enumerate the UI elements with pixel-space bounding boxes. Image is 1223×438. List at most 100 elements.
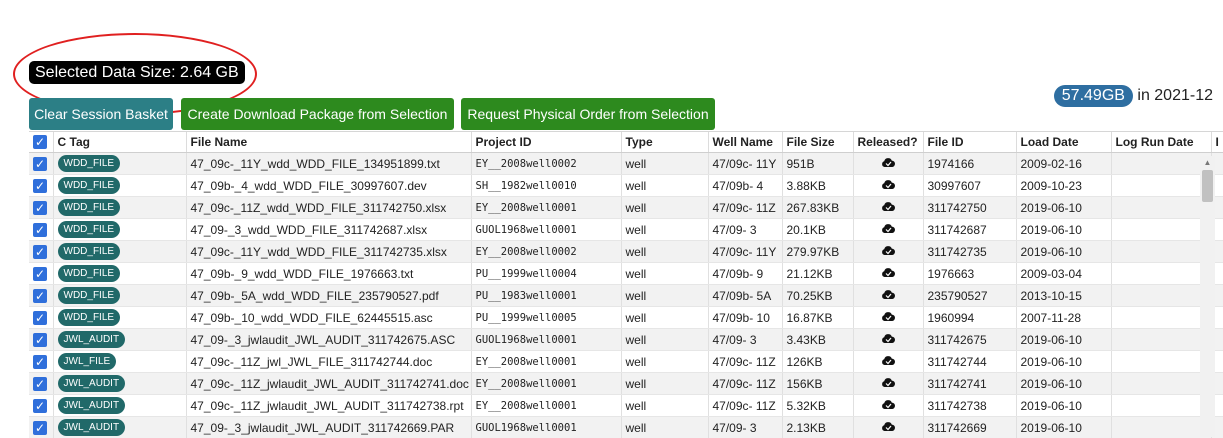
type-cell: well <box>621 373 708 395</box>
checkbox-checked-icon[interactable]: ✓ <box>33 157 47 171</box>
type-cell: well <box>621 175 708 197</box>
type-cell: well <box>621 197 708 219</box>
table-row[interactable]: ✓JWL_AUDIT47_09c-_11Z_jwlaudit_JWL_AUDIT… <box>29 373 1223 395</box>
type-cell: well <box>621 219 708 241</box>
checkbox-checked-icon[interactable]: ✓ <box>33 377 47 391</box>
load-date-cell: 2019-06-10 <box>1016 395 1111 417</box>
column-header-ctag[interactable]: C Tag <box>53 132 186 153</box>
released-cell <box>853 241 923 263</box>
released-cell <box>853 307 923 329</box>
scroll-up-arrow-icon[interactable]: ▲ <box>1200 156 1215 170</box>
file-size-cell: 20.1KB <box>782 219 853 241</box>
checkbox-checked-icon[interactable]: ✓ <box>33 399 47 413</box>
load-date-cell: 2019-06-10 <box>1016 351 1111 373</box>
table-row[interactable]: ✓WDD_FILE47_09b-_5A_wdd_WDD_FILE_2357905… <box>29 285 1223 307</box>
file-name-cell: 47_09c-_11Y_wdd_WDD_FILE_134951899.txt <box>186 153 471 175</box>
file-table: ✓ C Tag File Name Project ID Type Well N… <box>29 132 1223 438</box>
file-size-cell: 279.97KB <box>782 241 853 263</box>
clear-session-basket-button[interactable]: Clear Session Basket <box>29 98 173 130</box>
project-id-cell: PU__1999well0004 <box>471 263 621 285</box>
ctag-badge: WDD_FILE <box>58 199 121 216</box>
well-name-cell: 47/09c- 11Z <box>708 351 782 373</box>
file-size-cell: 21.12KB <box>782 263 853 285</box>
checkbox-checked-icon[interactable]: ✓ <box>33 421 47 435</box>
select-all-checkbox[interactable]: ✓ <box>29 132 53 153</box>
file-name-cell: 47_09c-_11Z_jwl_JWL_FILE_311742744.doc <box>186 351 471 373</box>
table-row[interactable]: ✓WDD_FILE47_09c-_11Z_wdd_WDD_FILE_311742… <box>29 197 1223 219</box>
table-row[interactable]: ✓WDD_FILE47_09b-_9_wdd_WDD_FILE_1976663.… <box>29 263 1223 285</box>
ctag-cell: WDD_FILE <box>53 175 186 197</box>
checkbox-checked-icon[interactable]: ✓ <box>33 245 47 259</box>
column-header-file-name[interactable]: File Name <box>186 132 471 153</box>
checkbox-checked-icon[interactable]: ✓ <box>33 179 47 193</box>
create-download-package-button[interactable]: Create Download Package from Selection <box>181 98 454 130</box>
checkbox-checked-icon[interactable]: ✓ <box>33 311 47 325</box>
checkbox-checked-icon[interactable]: ✓ <box>33 223 47 237</box>
column-header-truncated[interactable]: I <box>1211 132 1223 153</box>
checkbox-checked-icon[interactable]: ✓ <box>33 201 47 215</box>
table-row[interactable]: ✓JWL_AUDIT47_09-_3_jwlaudit_JWL_AUDIT_31… <box>29 417 1223 438</box>
ctag-badge: JWL_FILE <box>58 353 117 370</box>
checkbox-checked-icon[interactable]: ✓ <box>33 289 47 303</box>
column-header-log-run-date[interactable]: Log Run Date <box>1111 132 1211 153</box>
column-header-released[interactable]: Released? <box>853 132 923 153</box>
file-id-cell: 311742669 <box>923 417 1016 438</box>
file-id-cell: 30997607 <box>923 175 1016 197</box>
load-date-cell: 2019-06-10 <box>1016 197 1111 219</box>
table-row[interactable]: ✓WDD_FILE47_09c-_11Y_wdd_WDD_FILE_134951… <box>29 153 1223 175</box>
released-cell <box>853 395 923 417</box>
table-row[interactable]: ✓ JWL_FILE 47_09c-_11Z_jwl_JWL_FILE_311742… <box>29 351 1223 373</box>
ctag-badge: JWL_AUDIT <box>58 397 126 414</box>
file-id-cell: 311742741 <box>923 373 1016 395</box>
column-header-project-id[interactable]: Project ID <box>471 132 621 153</box>
load-date-cell: 2019-06-10 <box>1016 329 1111 351</box>
file-size-cell: 267.83KB <box>782 197 853 219</box>
row-checkbox-cell: ✓ <box>29 373 53 395</box>
checkbox-checked-icon[interactable]: ✓ <box>33 267 47 281</box>
project-id-cell: GUOL1968well0001 <box>471 219 621 241</box>
file-size-cell: 126KB <box>782 351 853 373</box>
type-cell: well <box>621 329 708 351</box>
checkbox-checked-icon[interactable]: ✓ <box>33 355 47 369</box>
row-checkbox-cell: ✓ <box>29 197 53 219</box>
file-size-cell: 2.13KB <box>782 417 853 438</box>
checkbox-checked-icon[interactable]: ✓ <box>33 333 47 347</box>
row-checkbox-cell: ✓ <box>29 395 53 417</box>
file-name-cell: 47_09-_3_jwlaudit_JWL_AUDIT_311742669.PA… <box>186 417 471 438</box>
file-id-cell: 311742738 <box>923 395 1016 417</box>
column-header-load-date[interactable]: Load Date <box>1016 132 1111 153</box>
released-cell <box>853 175 923 197</box>
table-scrollbar-thumb[interactable] <box>1202 170 1213 202</box>
table-row[interactable]: ✓JWL_AUDIT47_09c-_11Z_jwlaudit_JWL_AUDIT… <box>29 395 1223 417</box>
table-row[interactable]: ✓WDD_FILE47_09b-_4_wdd_WDD_FILE_30997607… <box>29 175 1223 197</box>
well-name-cell: 47/09b- 5A <box>708 285 782 307</box>
file-name-cell: 47_09-_3_wdd_WDD_FILE_311742687.xlsx <box>186 219 471 241</box>
column-header-file-id[interactable]: File ID <box>923 132 1016 153</box>
column-header-type[interactable]: Type <box>621 132 708 153</box>
ctag-badge: JWL_AUDIT <box>58 331 126 348</box>
request-physical-order-button[interactable]: Request Physical Order from Selection <box>461 98 715 130</box>
row-checkbox-cell: ✓ <box>29 285 53 307</box>
table-row[interactable]: ✓WDD_FILE47_09b-_10_wdd_WDD_FILE_6244551… <box>29 307 1223 329</box>
well-name-cell: 47/09c- 11Y <box>708 153 782 175</box>
released-cell <box>853 417 923 438</box>
project-id-cell: EY__2008well0001 <box>471 373 621 395</box>
project-id-cell: EY__2008well0002 <box>471 241 621 263</box>
table-row[interactable]: ✓JWL_AUDIT47_09-_3_jwlaudit_JWL_AUDIT_31… <box>29 329 1223 351</box>
checkbox-checked-icon[interactable]: ✓ <box>33 135 47 149</box>
column-header-well-name[interactable]: Well Name <box>708 132 782 153</box>
ctag-cell: WDD_FILE <box>53 197 186 219</box>
project-id-cell: PU__1999well0005 <box>471 307 621 329</box>
cloud-icon <box>881 399 895 413</box>
file-name-cell: 47_09c-_11Z_jwlaudit_JWL_AUDIT_311742741… <box>186 373 471 395</box>
well-name-cell: 47/09- 3 <box>708 219 782 241</box>
ctag-cell: JWL_AUDIT <box>53 395 186 417</box>
column-header-file-size[interactable]: File Size <box>782 132 853 153</box>
well-name-cell: 47/09- 3 <box>708 329 782 351</box>
row-checkbox-cell: ✓ <box>29 307 53 329</box>
file-name-cell: 47_09c-_11Y_wdd_WDD_FILE_311742735.xlsx <box>186 241 471 263</box>
log-run-date-cell <box>1111 307 1211 329</box>
file-size-cell: 5.32KB <box>782 395 853 417</box>
table-row[interactable]: ✓WDD_FILE47_09-_3_wdd_WDD_FILE_311742687… <box>29 219 1223 241</box>
table-row[interactable]: ✓WDD_FILE47_09c-_11Y_wdd_WDD_FILE_311742… <box>29 241 1223 263</box>
